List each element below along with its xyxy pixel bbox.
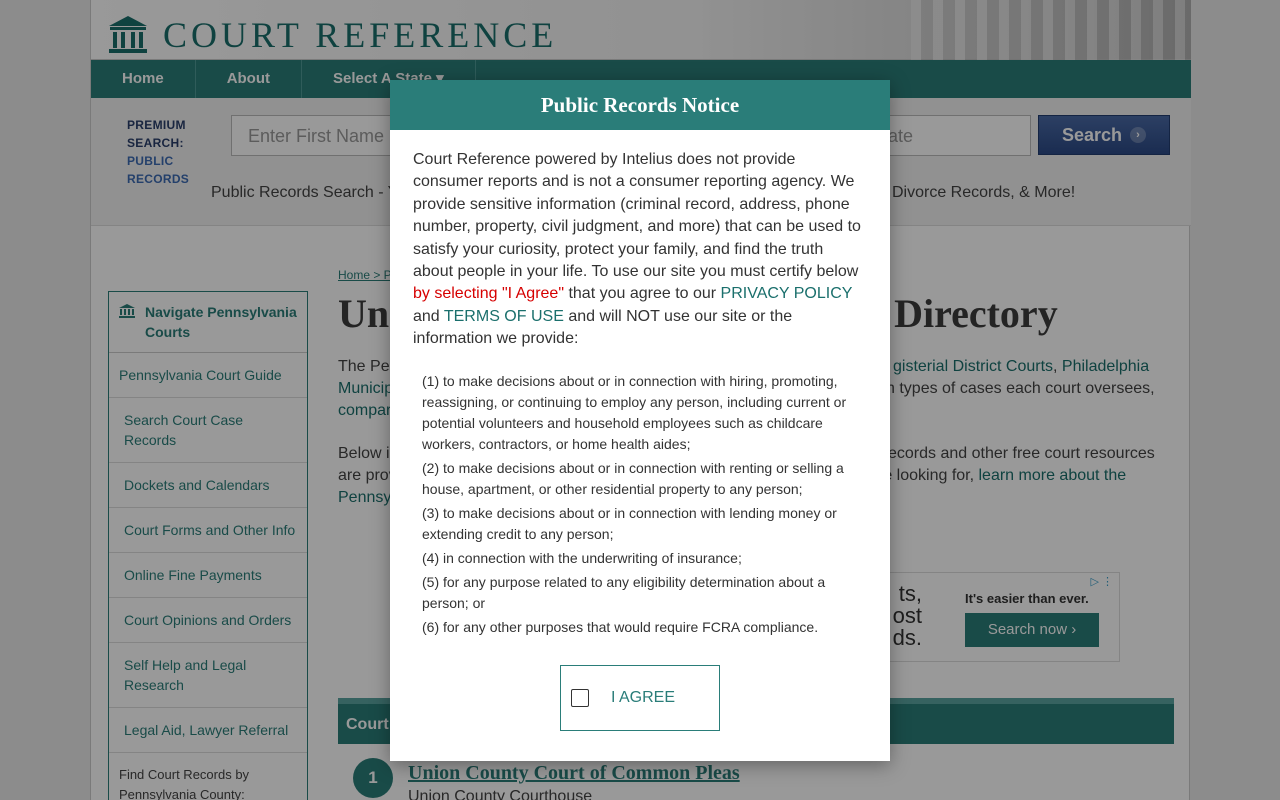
list-item: (3) to make decisions about or in connec… (422, 504, 837, 542)
public-records-notice-modal: Public Records Notice Court Reference po… (390, 80, 890, 761)
modal-title: Public Records Notice (390, 80, 890, 130)
list-item: (2) to make decisions about or in connec… (422, 459, 844, 497)
modal-intro-text: Court Reference powered by Intelius does… (413, 151, 861, 281)
i-agree-button[interactable]: I AGREE (560, 665, 720, 731)
agree-checkbox[interactable] (571, 689, 589, 707)
prohibited-purposes-list: (1) to make decisions about or in connec… (413, 371, 867, 638)
list-item: (1) to make decisions about or in connec… (422, 372, 847, 452)
modal-red-text: by selecting "I Agree" (413, 285, 564, 303)
modal-text: and (413, 307, 444, 325)
agree-label: I AGREE (611, 689, 676, 706)
list-item: (6) for any other purposes that would re… (422, 618, 819, 635)
terms-of-use-link[interactable]: TERMS OF USE (444, 308, 564, 325)
list-item: (5) for any purpose related to any eligi… (422, 573, 826, 611)
modal-body: Court Reference powered by Intelius does… (390, 130, 890, 638)
privacy-policy-link[interactable]: PRIVACY POLICY (721, 285, 853, 302)
modal-text: that you agree to our (564, 285, 721, 303)
modal-intro: Court Reference powered by Intelius does… (413, 149, 867, 351)
list-item: (4) in connection with the underwriting … (422, 549, 742, 566)
